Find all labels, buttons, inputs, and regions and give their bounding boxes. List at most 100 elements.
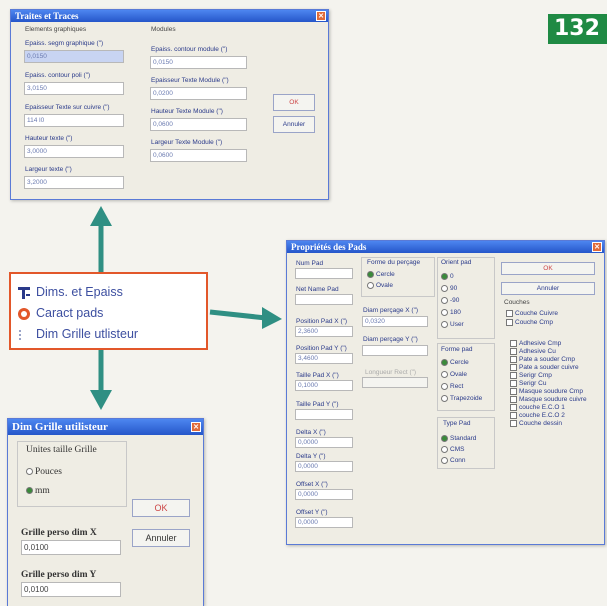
text-field[interactable]: 0,0150 xyxy=(150,56,247,69)
pad-field[interactable] xyxy=(295,294,353,305)
pad-field-label: Offset X (") xyxy=(296,481,328,488)
checkbox-couche[interactable]: Masque soudure Cmp xyxy=(510,388,583,395)
checkbox-couche[interactable]: Couche dessin xyxy=(510,420,562,427)
radio-orient[interactable]: 90 xyxy=(441,285,457,292)
pad-field-label: Offset Y (") xyxy=(296,509,328,516)
target-icon xyxy=(17,307,31,321)
radio-label: -90 xyxy=(450,297,460,305)
checkbox-couche[interactable]: Pate a souder Cmp xyxy=(510,356,575,363)
radio-forme-pad[interactable]: Trapezoide xyxy=(441,395,482,402)
close-icon[interactable]: ✕ xyxy=(191,422,201,432)
text-field[interactable]: 0,0150 xyxy=(24,50,124,63)
checkbox-couche[interactable]: Adhesive Cmp xyxy=(510,340,561,347)
pad-field[interactable]: 0,0000 xyxy=(295,461,353,472)
radio-type-pad[interactable]: Standard xyxy=(441,435,476,442)
units-title: Unites taille Grille xyxy=(26,445,97,455)
cancel-button[interactable]: Annuler xyxy=(273,116,315,133)
checkbox-couche[interactable]: Pate a souder cuivre xyxy=(510,364,579,371)
checkbox-couche[interactable]: Serigr Cu xyxy=(510,380,546,387)
radio-forme-pad[interactable]: Ovale xyxy=(441,371,467,378)
pad-field[interactable]: 0,0000 xyxy=(295,437,353,448)
checkbox-label: Adhesive Cu xyxy=(519,348,556,356)
radio-type-pad[interactable]: CMS xyxy=(441,446,464,453)
pad-field-label: Delta Y (") xyxy=(296,453,326,460)
checkbox-couche[interactable]: Adhesive Cu xyxy=(510,348,556,355)
grid-y-field[interactable]: 0,0100 xyxy=(21,582,121,597)
close-icon[interactable]: ✕ xyxy=(316,11,326,21)
ok-button[interactable]: OK xyxy=(501,262,595,275)
radio-orient[interactable]: 180 xyxy=(441,309,461,316)
checkbox-couche[interactable]: Masque soudure cuivre xyxy=(510,396,587,403)
checkbox-couche[interactable]: couche E.C.O 1 xyxy=(510,404,565,411)
text-field[interactable]: 0,0600 xyxy=(150,149,247,162)
radio-label: Trapezoide xyxy=(450,395,483,403)
ok-button[interactable]: OK xyxy=(132,499,190,517)
close-icon[interactable]: ✕ xyxy=(592,242,602,252)
pad-field[interactable]: 0,0000 xyxy=(295,489,353,500)
menu-item-pads[interactable]: Caract pads xyxy=(17,303,103,323)
menu-item-grille[interactable]: Dim Grille utlisteur xyxy=(17,324,138,344)
window-grille: Dim Grille utilisteur ✕ Unites taille Gr… xyxy=(7,418,204,606)
checkbox-couche[interactable]: Couche Cuivre xyxy=(506,310,558,317)
window-pads-titlebar[interactable]: Propriétés des Pads ✕ xyxy=(287,241,604,253)
window-epaisseurs: Traites et Traces ✕ Elements graphiques … xyxy=(10,9,329,200)
checkbox-label: Masque soudure cuivre xyxy=(519,396,587,404)
checkbox-label: Couche Cmp xyxy=(515,319,553,327)
pad-field[interactable]: 2,3600 xyxy=(295,326,353,337)
long-field[interactable] xyxy=(362,377,428,388)
pad-field[interactable]: 3,4600 xyxy=(295,353,353,364)
radio-forme-pad[interactable]: Cercle xyxy=(441,359,469,366)
pad-field[interactable] xyxy=(295,268,353,279)
ok-button[interactable]: OK xyxy=(273,94,315,111)
checkbox-couche[interactable]: Couche Cmp xyxy=(506,319,553,326)
radio-cercle[interactable]: Cercle xyxy=(367,271,395,278)
radio-orient[interactable]: -90 xyxy=(441,297,459,304)
grid-x-field[interactable]: 0,0100 xyxy=(21,540,121,555)
radio-orient[interactable]: 0 xyxy=(441,273,454,280)
window-grille-titlebar[interactable]: Dim Grille utilisteur ✕ xyxy=(8,419,203,435)
cancel-button[interactable]: Annuler xyxy=(501,282,595,295)
window-pads-title: Propriétés des Pads xyxy=(291,242,367,252)
pad-field-label: Position Pad X (") xyxy=(296,318,348,325)
menu-item-pads-label: Caract pads xyxy=(36,306,104,320)
menu-item-dims[interactable]: Dims. et Epaiss xyxy=(17,282,123,302)
pad-field[interactable]: 0,0000 xyxy=(295,517,353,528)
radio-label: Ovale xyxy=(376,282,393,290)
diam-percage-field[interactable]: 0,0320 xyxy=(362,316,428,327)
text-field[interactable]: 0,0600 xyxy=(150,118,247,131)
text-field[interactable]: 3,2000 xyxy=(24,176,124,189)
field-label: Epaiss. contour poli (") xyxy=(25,72,91,79)
pad-field[interactable] xyxy=(295,409,353,420)
radio-pouces[interactable]: Pouces xyxy=(26,467,62,477)
cancel-button[interactable]: Annuler xyxy=(132,529,190,547)
radio-label: User xyxy=(450,321,464,329)
radio-forme-pad[interactable]: Rect xyxy=(441,383,463,390)
radio-type-pad[interactable]: Conn xyxy=(441,457,466,464)
text-field[interactable]: 3,0000 xyxy=(24,145,124,158)
checkbox-couche[interactable]: couche E.C.O 2 xyxy=(510,412,565,419)
radio-orient[interactable]: User xyxy=(441,321,464,328)
checkbox-label: Couche Cuivre xyxy=(515,310,558,318)
radio-label: 90 xyxy=(450,285,458,293)
grid-y-label: Grille perso dim Y xyxy=(21,570,97,580)
pad-field-label: Taille Pad X (") xyxy=(296,372,339,379)
checkbox-couche[interactable]: Serigr Cmp xyxy=(510,372,552,379)
text-field[interactable]: 3,0150 xyxy=(24,82,124,95)
radio-label: 0 xyxy=(450,273,454,281)
text-field[interactable]: 0,0200 xyxy=(150,87,247,100)
radio-ovale[interactable]: Ovale xyxy=(367,282,393,289)
field-label: Hauteur texte (") xyxy=(25,135,73,142)
radio-mm[interactable]: mm xyxy=(26,486,50,496)
pad-field[interactable]: 0,1000 xyxy=(295,380,353,391)
window-epaisseurs-titlebar[interactable]: Traites et Traces ✕ xyxy=(11,10,328,22)
diam-percage-y-field[interactable] xyxy=(362,345,428,356)
arrow-right xyxy=(209,309,267,321)
field-label: Epaiss. segm graphique (") xyxy=(25,40,104,47)
pad-field-label: Position Pad Y (") xyxy=(296,345,347,352)
menu-item-dims-label: Dims. et Epaiss xyxy=(36,285,123,299)
type-pad-title: Type Pad xyxy=(443,420,471,427)
text-field[interactable]: 114 l0 xyxy=(24,114,124,127)
tool-icon xyxy=(17,286,31,300)
grid-icon xyxy=(17,328,31,342)
long-label: Longueur Rect (") xyxy=(365,369,417,376)
